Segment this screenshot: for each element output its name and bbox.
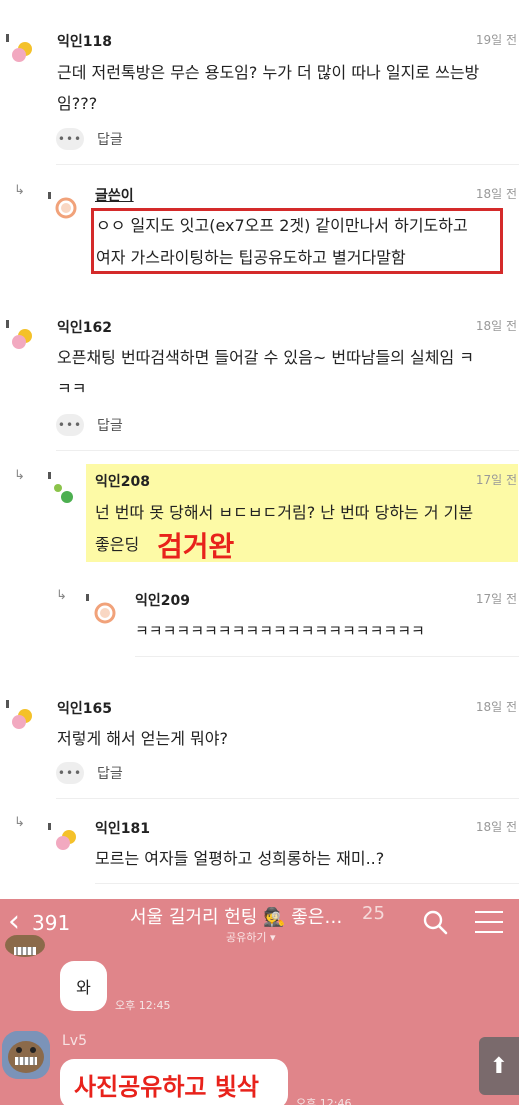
reply-arrow-icon: ↳ xyxy=(14,468,25,483)
comment-text-line-1: 근데 저런톡방은 무슨 용도임? 누가 더 많이 따나 일지로 쓰는방 xyxy=(57,63,480,82)
profile-avatar-icon xyxy=(2,1031,50,1079)
chat-header: ‹ 391 서울 길거리 헌팅 🕵️ 좋은… 25 공유하기 ▾ xyxy=(0,899,519,949)
menu-icon[interactable] xyxy=(475,911,503,933)
nickname[interactable]: 익인162 xyxy=(57,317,112,337)
marker xyxy=(48,823,51,830)
nickname[interactable]: 익인165 xyxy=(57,698,112,718)
timestamp: 18일 전 xyxy=(475,319,517,333)
timestamp: 18일 전 xyxy=(475,820,517,834)
more-options-button[interactable]: ••• xyxy=(56,414,84,436)
divider xyxy=(56,164,519,165)
divider xyxy=(135,656,519,657)
timestamp: 17일 전 xyxy=(475,592,517,606)
comment-text-line-2: ㅋㅋ xyxy=(57,379,87,398)
nickname[interactable]: 글쓴이 xyxy=(95,185,134,205)
member-count: 25 xyxy=(362,903,385,924)
comment-text-line-2: 좋은딩 xyxy=(95,535,140,554)
avatar-icon xyxy=(55,197,77,219)
level-label: Lv5 xyxy=(62,1033,87,1049)
marker xyxy=(48,472,51,479)
avatar-icon xyxy=(12,42,32,62)
nickname[interactable]: 익인208 xyxy=(95,471,150,491)
timestamp: 18일 전 xyxy=(475,187,517,201)
nickname[interactable]: 익인181 xyxy=(95,818,150,838)
divider xyxy=(95,883,519,884)
comment-text-line-1: ㅇㅇ 일지도 잇고(ex7오프 2겟) 같이만나서 하기도하고 xyxy=(96,216,468,235)
annotation-text: 사진공유하고 빛삭 xyxy=(74,1072,259,1101)
back-arrow-icon[interactable]: ‹ xyxy=(8,907,20,937)
chat-bubble: 와 xyxy=(60,961,107,1011)
marker xyxy=(6,700,9,708)
timestamp: 18일 전 xyxy=(475,700,517,714)
share-label[interactable]: 공유하기 ▾ xyxy=(226,929,276,945)
reply-button[interactable]: 답글 xyxy=(97,763,123,783)
marker xyxy=(48,192,51,199)
more-options-button[interactable]: ••• xyxy=(56,762,84,784)
avatar-icon xyxy=(12,709,32,729)
divider xyxy=(56,450,519,451)
profile-avatar-icon xyxy=(5,935,45,957)
message-time: 오후 12:45 xyxy=(115,999,171,1012)
comment-text-line-2: 임??? xyxy=(57,94,98,113)
comment-text-line-2: 여자 가스라이팅하는 팁공유도하고 별거다말함 xyxy=(96,248,406,267)
comment-text-line-1: 오픈채팅 번따검색하면 들어갈 수 있음~ 번따남들의 실체임 ㅋ xyxy=(57,348,475,367)
chat-screenshot: ‹ 391 서울 길거리 헌팅 🕵️ 좋은… 25 공유하기 ▾ 와 오후 12… xyxy=(0,899,519,1105)
search-icon[interactable] xyxy=(422,909,448,935)
chat-title: 서울 길거리 헌팅 🕵️ 좋은… xyxy=(130,907,343,928)
annotation-text: 검거완 xyxy=(157,530,235,563)
comment-text-line-1: ㅋㅋㅋㅋㅋㅋㅋㅋㅋㅋㅋㅋㅋㅋㅋㅋㅋㅋㅋㅋㅋ xyxy=(135,622,425,640)
chat-bubble: 사진공유하고 빛삭 xyxy=(60,1059,288,1105)
reply-arrow-icon: ↳ xyxy=(14,183,25,198)
message-time: 오후 12:46 xyxy=(296,1097,352,1105)
comment-text-line-1: 모르는 여자들 얼평하고 성희롱하는 재미..? xyxy=(95,849,385,868)
timestamp: 19일 전 xyxy=(475,33,517,47)
avatar-icon xyxy=(94,602,116,624)
reply-button[interactable]: 답글 xyxy=(97,415,123,435)
marker xyxy=(6,320,9,328)
more-options-button[interactable]: ••• xyxy=(56,128,84,150)
unread-count: 391 xyxy=(32,911,71,935)
comment-text-line-1: 저렇게 해서 얻는게 뭐야? xyxy=(57,729,228,748)
avatar-icon xyxy=(56,830,76,850)
nickname[interactable]: 익인118 xyxy=(57,31,112,51)
nickname[interactable]: 익인209 xyxy=(135,590,190,610)
reply-arrow-icon: ↳ xyxy=(14,815,25,830)
timestamp: 17일 전 xyxy=(475,473,517,487)
reply-button[interactable]: 답글 xyxy=(97,129,123,149)
marker xyxy=(86,594,89,601)
reply-arrow-icon: ↳ xyxy=(56,588,67,603)
avatar-icon xyxy=(54,484,73,503)
avatar-icon xyxy=(12,329,32,349)
marker xyxy=(6,34,9,42)
scroll-to-top-button[interactable]: ⬆ xyxy=(479,1037,519,1095)
divider xyxy=(56,798,519,799)
comment-text-line-1: 넌 번따 못 당해서 ㅂㄷㅂㄷ거림? 난 번따 당하는 거 기분 xyxy=(95,503,474,522)
